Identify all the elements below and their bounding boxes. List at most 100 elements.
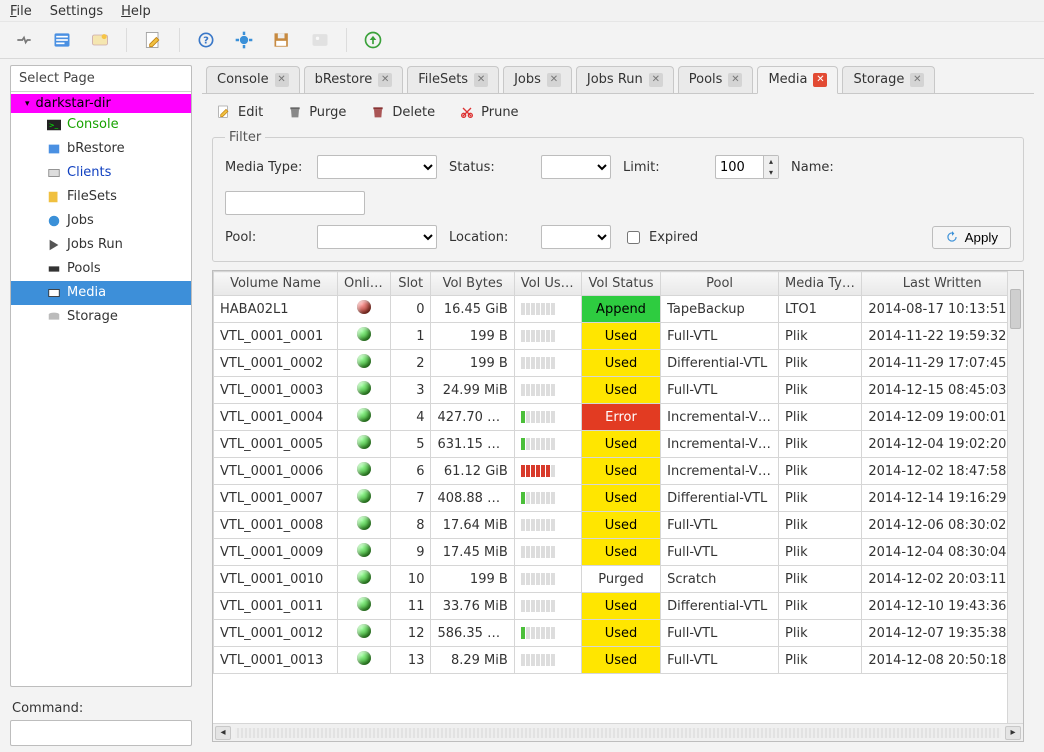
table-row[interactable]: VTL_0001_00077408.88 MiBUsedDifferential… <box>214 485 1023 512</box>
col-media-type[interactable]: Media Type <box>779 272 862 296</box>
status-select[interactable] <box>541 155 611 179</box>
sidebar-item-label: Jobs <box>67 211 94 231</box>
col-volume-name[interactable]: Volume Name <box>214 272 338 296</box>
media-type-select[interactable] <box>317 155 437 179</box>
sidebar-item-media[interactable]: Media <box>11 281 191 305</box>
tab-label: Jobs <box>514 72 541 87</box>
pool-label: Pool: <box>225 230 305 245</box>
expired-checkbox-wrap[interactable]: Expired <box>623 228 703 247</box>
tab-bar: Console✕bRestore✕FileSets✕Jobs✕Jobs Run✕… <box>202 65 1034 94</box>
limit-input[interactable] <box>715 155 763 179</box>
tab-close-icon[interactable]: ✕ <box>813 73 827 87</box>
col-slot[interactable]: Slot <box>390 272 431 296</box>
tab-label: Pools <box>689 72 723 87</box>
storage-icon <box>47 310 61 324</box>
mail-icon[interactable] <box>86 26 114 54</box>
pool-select[interactable] <box>317 225 437 249</box>
purge-button[interactable]: Purge <box>287 104 346 120</box>
tab-close-icon[interactable]: ✕ <box>275 73 289 87</box>
col-online[interactable]: Online <box>337 272 390 296</box>
col-vol-status[interactable]: Vol Status <box>581 272 660 296</box>
table-row[interactable]: VTL_0001_0003324.99 MiBUsedFull-VTLPlik2… <box>214 377 1023 404</box>
tab-close-icon[interactable]: ✕ <box>474 73 488 87</box>
table-row[interactable]: VTL_0001_0009917.45 MiBUsedFull-VTLPlik2… <box>214 539 1023 566</box>
command-input[interactable] <box>10 720 192 746</box>
horizontal-scrollbar[interactable]: ◂ ▸ <box>213 723 1023 741</box>
menu-help[interactable]: Help <box>121 4 151 19</box>
sidebar-item-clients[interactable]: Clients <box>11 161 191 185</box>
tab-storage[interactable]: Storage✕ <box>842 66 935 93</box>
col-pool[interactable]: Pool <box>661 272 779 296</box>
sidebar-item-filesets[interactable]: FileSets <box>11 185 191 209</box>
help-icon[interactable]: ? <box>192 26 220 54</box>
col-vol-usage[interactable]: Vol Usage <box>514 272 581 296</box>
menu-file[interactable]: File <box>10 4 32 19</box>
up-arrow-icon[interactable] <box>359 26 387 54</box>
sidebar-item-brestore[interactable]: bRestore <box>11 137 191 161</box>
limit-down[interactable]: ▾ <box>764 167 778 178</box>
tab-close-icon[interactable]: ✕ <box>910 73 924 87</box>
table-row[interactable]: VTL_0001_001212586.35 MiBUsedFull-VTLPli… <box>214 620 1023 647</box>
console-icon: >_ <box>47 118 61 132</box>
online-indicator-icon <box>357 408 371 422</box>
delete-button[interactable]: Delete <box>370 104 435 120</box>
edit-doc-icon[interactable] <box>139 26 167 54</box>
tab-close-icon[interactable]: ✕ <box>649 73 663 87</box>
scroll-left-icon[interactable]: ◂ <box>215 726 231 740</box>
tab-media[interactable]: Media✕ <box>757 66 838 94</box>
save-floppy-icon[interactable] <box>268 26 296 54</box>
table-row[interactable]: VTL_0001_00022199 BUsedDifferential-VTLP… <box>214 350 1023 377</box>
expired-checkbox[interactable] <box>627 231 640 244</box>
tab-label: Console <box>217 72 269 87</box>
table-row[interactable]: VTL_0001_00111133.76 MiBUsedDifferential… <box>214 593 1023 620</box>
table-row[interactable]: VTL_0001_00044427.70 MiBErrorIncremental… <box>214 404 1023 431</box>
tree-root[interactable]: darkstar-dir <box>11 94 191 113</box>
location-select[interactable] <box>541 225 611 249</box>
sidebar-item-jobs[interactable]: Jobs <box>11 209 191 233</box>
media-table[interactable]: Volume NameOnlineSlotVol BytesVol UsageV… <box>213 271 1023 674</box>
col-vol-bytes[interactable]: Vol Bytes <box>431 272 514 296</box>
tab-pools[interactable]: Pools ✕ <box>678 66 754 93</box>
table-row[interactable]: VTL_0001_0006661.12 GiBUsedIncremental-V… <box>214 458 1023 485</box>
prune-button[interactable]: Prune <box>459 104 518 120</box>
tab-jobs[interactable]: Jobs ✕ <box>503 66 572 93</box>
table-row[interactable]: HABA02L1016.45 GiBAppendTapeBackupLTO120… <box>214 296 1023 323</box>
tab-close-icon[interactable]: ✕ <box>378 73 392 87</box>
table-row[interactable]: VTL_0001_00055631.15 MiBUsedIncremental-… <box>214 431 1023 458</box>
tab-filesets[interactable]: FileSets✕ <box>407 66 499 93</box>
tab-jobs-run[interactable]: Jobs Run✕ <box>576 66 674 93</box>
sidebar-item-jobs-run[interactable]: Jobs Run <box>11 233 191 257</box>
connect-icon[interactable] <box>10 26 38 54</box>
menubar: File Settings Help <box>0 0 1044 22</box>
online-indicator-icon <box>357 597 371 611</box>
image-icon[interactable] <box>306 26 334 54</box>
sidebar-item-label: Media <box>67 283 106 303</box>
limit-up[interactable]: ▴ <box>764 156 778 167</box>
tab-close-icon[interactable]: ✕ <box>547 73 561 87</box>
sidebar-item-console[interactable]: >_Console <box>11 113 191 137</box>
tab-console[interactable]: Console ✕ <box>206 66 300 93</box>
col-last-written[interactable]: Last Written <box>862 272 1023 296</box>
apply-button[interactable]: Apply <box>932 226 1011 249</box>
table-row[interactable]: VTL_0001_001010199 BPurgedScratchPlik201… <box>214 566 1023 593</box>
page-tree[interactable]: darkstar-dir >_ConsolebRestoreClientsFil… <box>11 92 191 686</box>
name-input[interactable] <box>225 191 365 215</box>
sidebar-item-storage[interactable]: Storage <box>11 305 191 329</box>
gear-icon[interactable] <box>230 26 258 54</box>
list-icon[interactable] <box>48 26 76 54</box>
edit-button[interactable]: Edit <box>216 104 263 120</box>
table-header-row[interactable]: Volume NameOnlineSlotVol BytesVol UsageV… <box>214 272 1023 296</box>
limit-spinner[interactable]: ▴▾ <box>715 155 779 179</box>
tab-brestore[interactable]: bRestore✕ <box>304 66 404 93</box>
prune-label: Prune <box>481 105 518 120</box>
table-row[interactable]: VTL_0001_0008817.64 MiBUsedFull-VTLPlik2… <box>214 512 1023 539</box>
tab-close-icon[interactable]: ✕ <box>728 73 742 87</box>
menu-settings[interactable]: Settings <box>50 4 103 19</box>
name-label: Name: <box>791 160 871 175</box>
scroll-right-icon[interactable]: ▸ <box>1005 726 1021 740</box>
table-row[interactable]: VTL_0001_00011199 BUsedFull-VTLPlik2014-… <box>214 323 1023 350</box>
sidebar-item-pools[interactable]: Pools <box>11 257 191 281</box>
table-row[interactable]: VTL_0001_0013138.29 MiBUsedFull-VTLPlik2… <box>214 647 1023 674</box>
vertical-scrollbar[interactable] <box>1007 271 1023 723</box>
media-icon <box>47 286 61 300</box>
